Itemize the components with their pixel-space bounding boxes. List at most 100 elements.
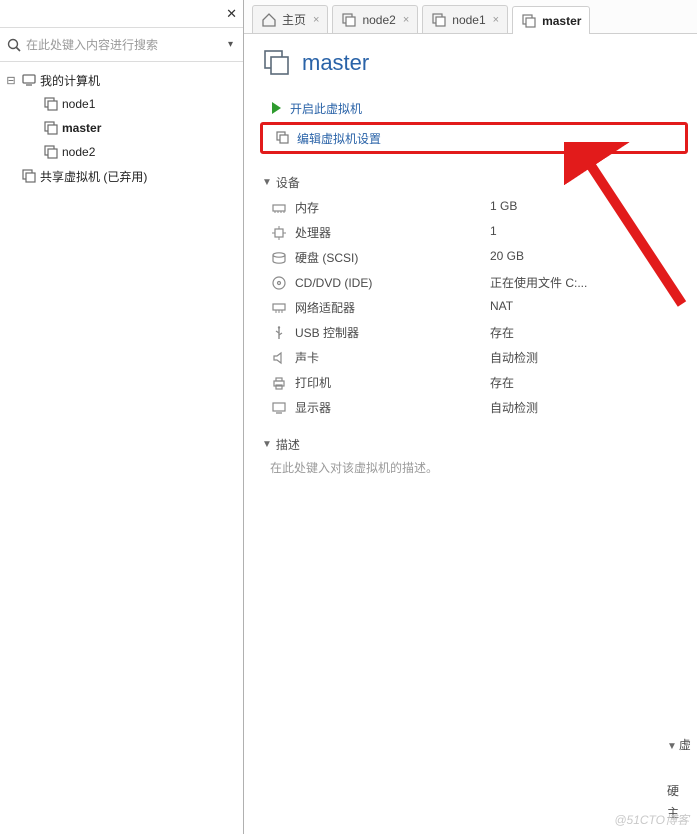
vm-icon: [431, 12, 447, 28]
device-usb[interactable]: USB 控制器: [270, 324, 490, 341]
device-name: USB 控制器: [295, 324, 359, 341]
search-input[interactable]: [26, 38, 220, 52]
triangle-down-icon: ▼: [262, 177, 272, 188]
device-value: 自动检测: [490, 399, 695, 416]
device-value: 存在: [490, 374, 695, 391]
page-title: master: [302, 50, 369, 76]
action-label: 开启此虚拟机: [290, 100, 362, 117]
vm-icon: [521, 13, 537, 29]
device-name: 处理器: [295, 224, 331, 241]
device-value: 存在: [490, 324, 695, 341]
side-label: 虚: [679, 738, 691, 752]
main-pane: 主页 × node2 × node1 × ma: [244, 0, 697, 834]
sound-icon: [270, 350, 288, 366]
device-name: CD/DVD (IDE): [295, 276, 372, 290]
device-name: 声卡: [295, 349, 319, 366]
cpu-icon: [270, 225, 288, 241]
usb-icon: [270, 325, 288, 341]
section-head-description[interactable]: ▼ 描述: [262, 436, 695, 453]
search-row: ▾: [0, 28, 243, 62]
tab-master[interactable]: master: [512, 6, 590, 34]
device-value: NAT: [490, 299, 695, 316]
tab-label: node1: [452, 13, 485, 27]
action-label: 编辑虚拟机设置: [297, 130, 381, 147]
device-grid: 内存 1 GB 处理器 1 硬盘 (SCSI) 20 GB CD/DVD (ID…: [258, 197, 695, 416]
device-memory[interactable]: 内存: [270, 199, 490, 216]
annotation-highlight: 编辑虚拟机设置: [260, 122, 688, 154]
tree-shared-vms[interactable]: 共享虚拟机 (已弃用): [0, 164, 243, 188]
settings-vm-icon: [275, 130, 291, 146]
close-icon[interactable]: ×: [313, 14, 319, 26]
play-icon: [268, 100, 284, 116]
computer-icon: [20, 72, 38, 88]
tree-item-label: master: [62, 121, 101, 135]
device-value: 1: [490, 224, 695, 241]
device-name: 显示器: [295, 399, 331, 416]
memory-icon: [270, 200, 288, 216]
search-icon: [6, 37, 22, 53]
network-icon: [270, 300, 288, 316]
device-cpu[interactable]: 处理器: [270, 224, 490, 241]
device-sound[interactable]: 声卡: [270, 349, 490, 366]
close-icon[interactable]: ×: [493, 14, 499, 26]
device-cddvd[interactable]: CD/DVD (IDE): [270, 274, 490, 291]
tree-item-label: node2: [62, 145, 95, 159]
sidebar-top-bar: ✕: [0, 0, 243, 28]
tree-collapse-icon[interactable]: ⊟: [4, 74, 18, 87]
vm-icon: [42, 144, 60, 160]
disk-icon: [270, 250, 288, 266]
section-label: 描述: [276, 436, 300, 453]
display-icon: [270, 400, 288, 416]
triangle-down-icon: ▼: [667, 741, 677, 752]
tree-root-my-computer[interactable]: ⊟ 我的计算机: [0, 68, 243, 92]
device-value: 1 GB: [490, 199, 695, 216]
title-row: master: [262, 48, 695, 78]
device-value: 自动检测: [490, 349, 695, 366]
action-edit-vm-settings[interactable]: 编辑虚拟机设置: [265, 127, 683, 149]
tab-label: master: [542, 14, 581, 28]
action-power-on-vm[interactable]: 开启此虚拟机: [258, 96, 695, 120]
tree-item-node1[interactable]: node1: [0, 92, 243, 116]
home-icon: [261, 12, 277, 28]
section-label: 设备: [276, 174, 300, 191]
chevron-down-icon[interactable]: ▾: [224, 39, 237, 50]
vm-icon: [262, 48, 292, 78]
side-row: 硬: [667, 780, 697, 802]
device-net-adapter[interactable]: 网络适配器: [270, 299, 490, 316]
description-placeholder[interactable]: 在此处键入对该虚拟机的描述。: [258, 459, 695, 476]
tree-item-master[interactable]: master: [0, 116, 243, 140]
tab-label: 主页: [282, 11, 306, 28]
tab-node1[interactable]: node1 ×: [422, 5, 508, 33]
triangle-down-icon: ▼: [262, 439, 272, 450]
shared-vm-icon: [20, 168, 38, 184]
tabstrip: 主页 × node2 × node1 × ma: [244, 0, 697, 34]
printer-icon: [270, 375, 288, 391]
tree: ⊟ 我的计算机 node1 master: [0, 62, 243, 188]
content: master 开启此虚拟机 编辑虚拟机设置 ▼ 设备: [244, 34, 697, 486]
disc-icon: [270, 275, 288, 291]
device-name: 内存: [295, 199, 319, 216]
vm-icon: [42, 96, 60, 112]
tab-home[interactable]: 主页 ×: [252, 5, 328, 33]
device-name: 硬盘 (SCSI): [295, 249, 358, 266]
vm-icon: [341, 12, 357, 28]
device-hdd[interactable]: 硬盘 (SCSI): [270, 249, 490, 266]
tree-root-label: 我的计算机: [40, 72, 100, 89]
tree-shared-label: 共享虚拟机 (已弃用): [40, 168, 147, 185]
device-name: 打印机: [295, 374, 331, 391]
device-value: 正在使用文件 C:...: [490, 274, 695, 291]
device-value: 20 GB: [490, 249, 695, 266]
watermark: @51CTO博客: [614, 811, 689, 828]
sidebar: ✕ ▾ ⊟ 我的计算机 node1: [0, 0, 244, 834]
device-display[interactable]: 显示器: [270, 399, 490, 416]
tab-node2[interactable]: node2 ×: [332, 5, 418, 33]
tab-label: node2: [362, 13, 395, 27]
tree-item-node2[interactable]: node2: [0, 140, 243, 164]
device-name: 网络适配器: [295, 299, 355, 316]
device-printer[interactable]: 打印机: [270, 374, 490, 391]
tree-item-label: node1: [62, 97, 95, 111]
vm-icon: [42, 120, 60, 136]
close-icon[interactable]: ✕: [226, 6, 237, 22]
section-head-devices[interactable]: ▼ 设备: [262, 174, 695, 191]
close-icon[interactable]: ×: [403, 14, 409, 26]
